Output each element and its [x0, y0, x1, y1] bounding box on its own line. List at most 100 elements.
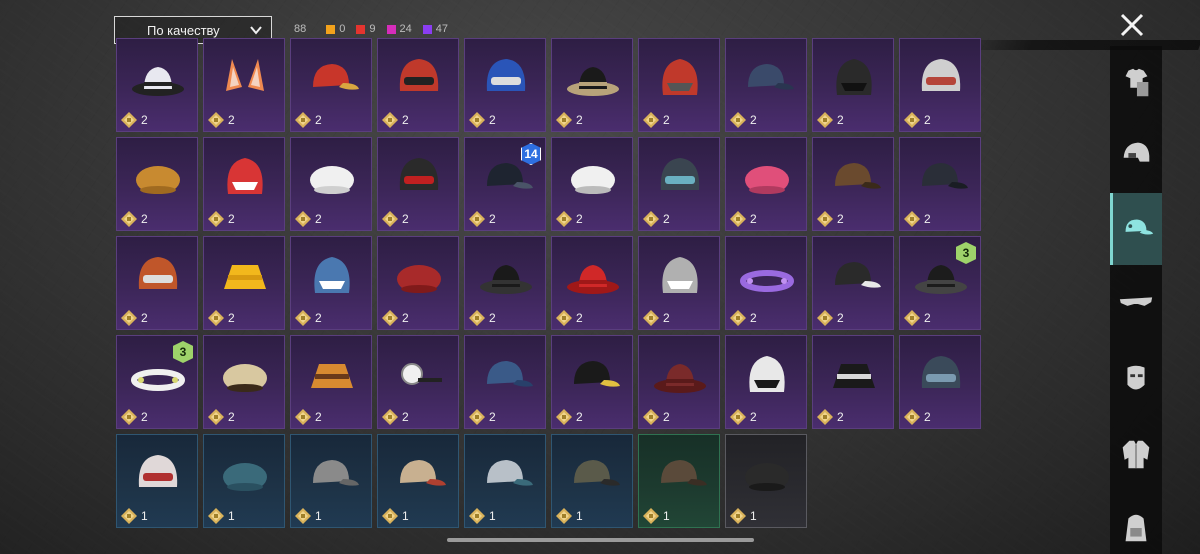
inventory-item[interactable]: 2	[290, 137, 372, 231]
orange-football-helmet-icon	[138, 257, 178, 289]
item-quantity: 2	[121, 211, 148, 227]
inventory-item[interactable]: 2	[551, 38, 633, 132]
coupon-icon	[730, 409, 746, 425]
inventory-item[interactable]: 2	[377, 236, 459, 330]
coupon-icon	[208, 508, 224, 524]
scrollbar[interactable]	[447, 538, 754, 542]
coupon-icon	[469, 310, 485, 326]
inventory-item[interactable]: 2	[725, 335, 807, 429]
inventory-item[interactable]: 2	[290, 335, 372, 429]
inventory-item[interactable]: 2	[203, 38, 285, 132]
inventory-item[interactable]: 2	[899, 335, 981, 429]
inventory-item[interactable]: 2	[899, 38, 981, 132]
inventory-item[interactable]: 2	[812, 38, 894, 132]
item-quantity: 2	[295, 310, 322, 326]
inventory-item[interactable]: 2	[638, 38, 720, 132]
inventory-item[interactable]: 2	[464, 38, 546, 132]
inventory-item[interactable]: 2	[377, 38, 459, 132]
inventory-item[interactable]: 2	[290, 236, 372, 330]
item-quantity: 2	[556, 409, 583, 425]
inventory-item[interactable]: 2	[725, 236, 807, 330]
item-quantity-value: 2	[750, 311, 757, 325]
inventory-item[interactable]: 2	[116, 38, 198, 132]
inventory-grid: 2 2 2 2 2 2 2 2 2 2 2 2 2 2 2 14 2 2 2 2 …	[0, 0, 1100, 554]
item-quantity: 2	[904, 211, 931, 227]
coupon-icon	[121, 310, 137, 326]
item-quantity-value: 1	[489, 509, 496, 523]
inventory-item[interactable]: 2	[551, 335, 633, 429]
inventory-item[interactable]: 2	[464, 236, 546, 330]
inventory-item[interactable]: 23	[116, 335, 198, 429]
item-quantity: 2	[208, 409, 235, 425]
category-backpack[interactable]	[1110, 492, 1162, 554]
inventory-item[interactable]: 2	[203, 236, 285, 330]
item-quantity: 2	[643, 409, 670, 425]
inventory-item[interactable]: 2	[116, 137, 198, 231]
inventory-item[interactable]: 1	[551, 434, 633, 528]
item-quantity: 2	[556, 211, 583, 227]
item-quantity: 1	[208, 508, 235, 524]
inventory-item[interactable]: 1	[725, 434, 807, 528]
item-quantity-value: 2	[228, 410, 235, 424]
item-quantity-value: 2	[924, 410, 931, 424]
inventory-item[interactable]: 2	[725, 38, 807, 132]
inventory-item[interactable]: 2	[899, 137, 981, 231]
inventory-item[interactable]: 2	[290, 38, 372, 132]
inventory-item[interactable]: 2	[551, 137, 633, 231]
red-beret-icon	[397, 265, 441, 293]
coupon-icon	[121, 409, 137, 425]
inventory-item[interactable]: 2	[812, 236, 894, 330]
inventory-item[interactable]: 2	[812, 335, 894, 429]
inventory-item[interactable]: 2	[638, 236, 720, 330]
inventory-item[interactable]: 2	[203, 335, 285, 429]
coupon-icon	[295, 112, 311, 128]
item-quantity-value: 1	[750, 509, 757, 523]
inventory-item[interactable]: 2	[377, 335, 459, 429]
inventory-item[interactable]: 1	[377, 434, 459, 528]
inventory-item[interactable]: 2	[464, 335, 546, 429]
inventory-item[interactable]: 1	[203, 434, 285, 528]
inventory-item[interactable]: 1	[638, 434, 720, 528]
item-quantity: 2	[121, 310, 148, 326]
inventory-item[interactable]: 23	[899, 236, 981, 330]
close-icon[interactable]	[1117, 10, 1147, 40]
black-logo-cap-icon	[574, 361, 620, 387]
white-red-helmet-icon	[138, 455, 178, 487]
coupon-icon	[904, 409, 920, 425]
inventory-item[interactable]: 2	[812, 137, 894, 231]
inventory-item[interactable]: 2	[203, 137, 285, 231]
dark-cap-icon	[922, 163, 968, 189]
inventory-item[interactable]: 1	[464, 434, 546, 528]
inventory-item[interactable]: 2	[377, 137, 459, 231]
brown-cowboy-hat-icon	[654, 364, 706, 393]
category-eyewear[interactable]	[1110, 268, 1162, 340]
item-quantity-value: 2	[315, 311, 322, 325]
coupon-icon	[556, 112, 572, 128]
grey-baseball-cap-icon	[487, 460, 533, 486]
inventory-item[interactable]: 2	[725, 137, 807, 231]
inventory-item[interactable]: 2	[638, 137, 720, 231]
helmet-icon	[1123, 142, 1150, 162]
item-quantity-value: 2	[489, 410, 496, 424]
inventory-item[interactable]: 2 14	[464, 137, 546, 231]
category-mask[interactable]	[1110, 343, 1162, 415]
inventory-item[interactable]: 2	[638, 335, 720, 429]
category-headwear[interactable]	[1110, 193, 1162, 265]
item-quantity-value: 2	[141, 410, 148, 424]
category-helmet[interactable]	[1110, 118, 1162, 190]
category-outfit[interactable]	[1110, 46, 1162, 118]
coupon-icon	[121, 112, 137, 128]
inventory-item[interactable]: 1	[116, 434, 198, 528]
item-quantity-value: 2	[228, 212, 235, 226]
category-jacket[interactable]	[1110, 418, 1162, 490]
coupon-icon	[556, 409, 572, 425]
item-quantity: 2	[295, 211, 322, 227]
category-sidebar	[1110, 46, 1162, 554]
item-quantity-value: 2	[141, 311, 148, 325]
item-quantity: 2	[817, 112, 844, 128]
inventory-item[interactable]: 2	[551, 236, 633, 330]
item-quantity: 2	[208, 211, 235, 227]
inventory-item[interactable]: 2	[116, 236, 198, 330]
inventory-item[interactable]: 1	[290, 434, 372, 528]
item-quantity-value: 2	[576, 113, 583, 127]
